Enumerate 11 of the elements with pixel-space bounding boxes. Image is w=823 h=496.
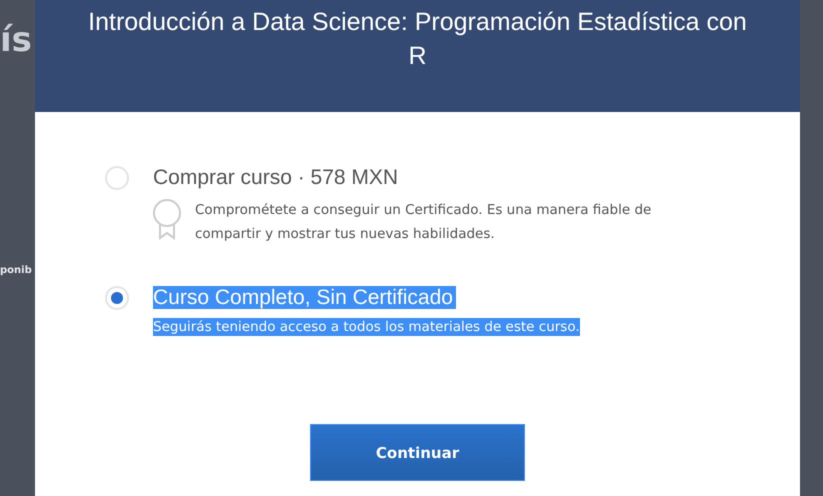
continue-button[interactable]: Continuar — [310, 424, 525, 481]
background-text: ponib — [0, 265, 32, 276]
option-description: Comprométete a conseguir un Certificado. Es una manera fiable de compartir y mostrar tus nuevas habilidades. — [195, 201, 652, 244]
dialog-title: Introducción a Data Science: Programación Estadística con R — [88, 7, 748, 72]
ribbon-icon — [153, 198, 183, 240]
background-heading: ís — [0, 20, 33, 60]
radio-button[interactable] — [105, 166, 129, 190]
option-description: Seguirás teniendo acceso a todos los materiales de este curso. — [153, 318, 580, 336]
radio-button[interactable] — [105, 286, 129, 310]
option-label[interactable]: Comprar curso · 578 MXN — [153, 166, 402, 189]
option-label[interactable]: Curso Completo, Sin Certificado — [153, 286, 456, 309]
